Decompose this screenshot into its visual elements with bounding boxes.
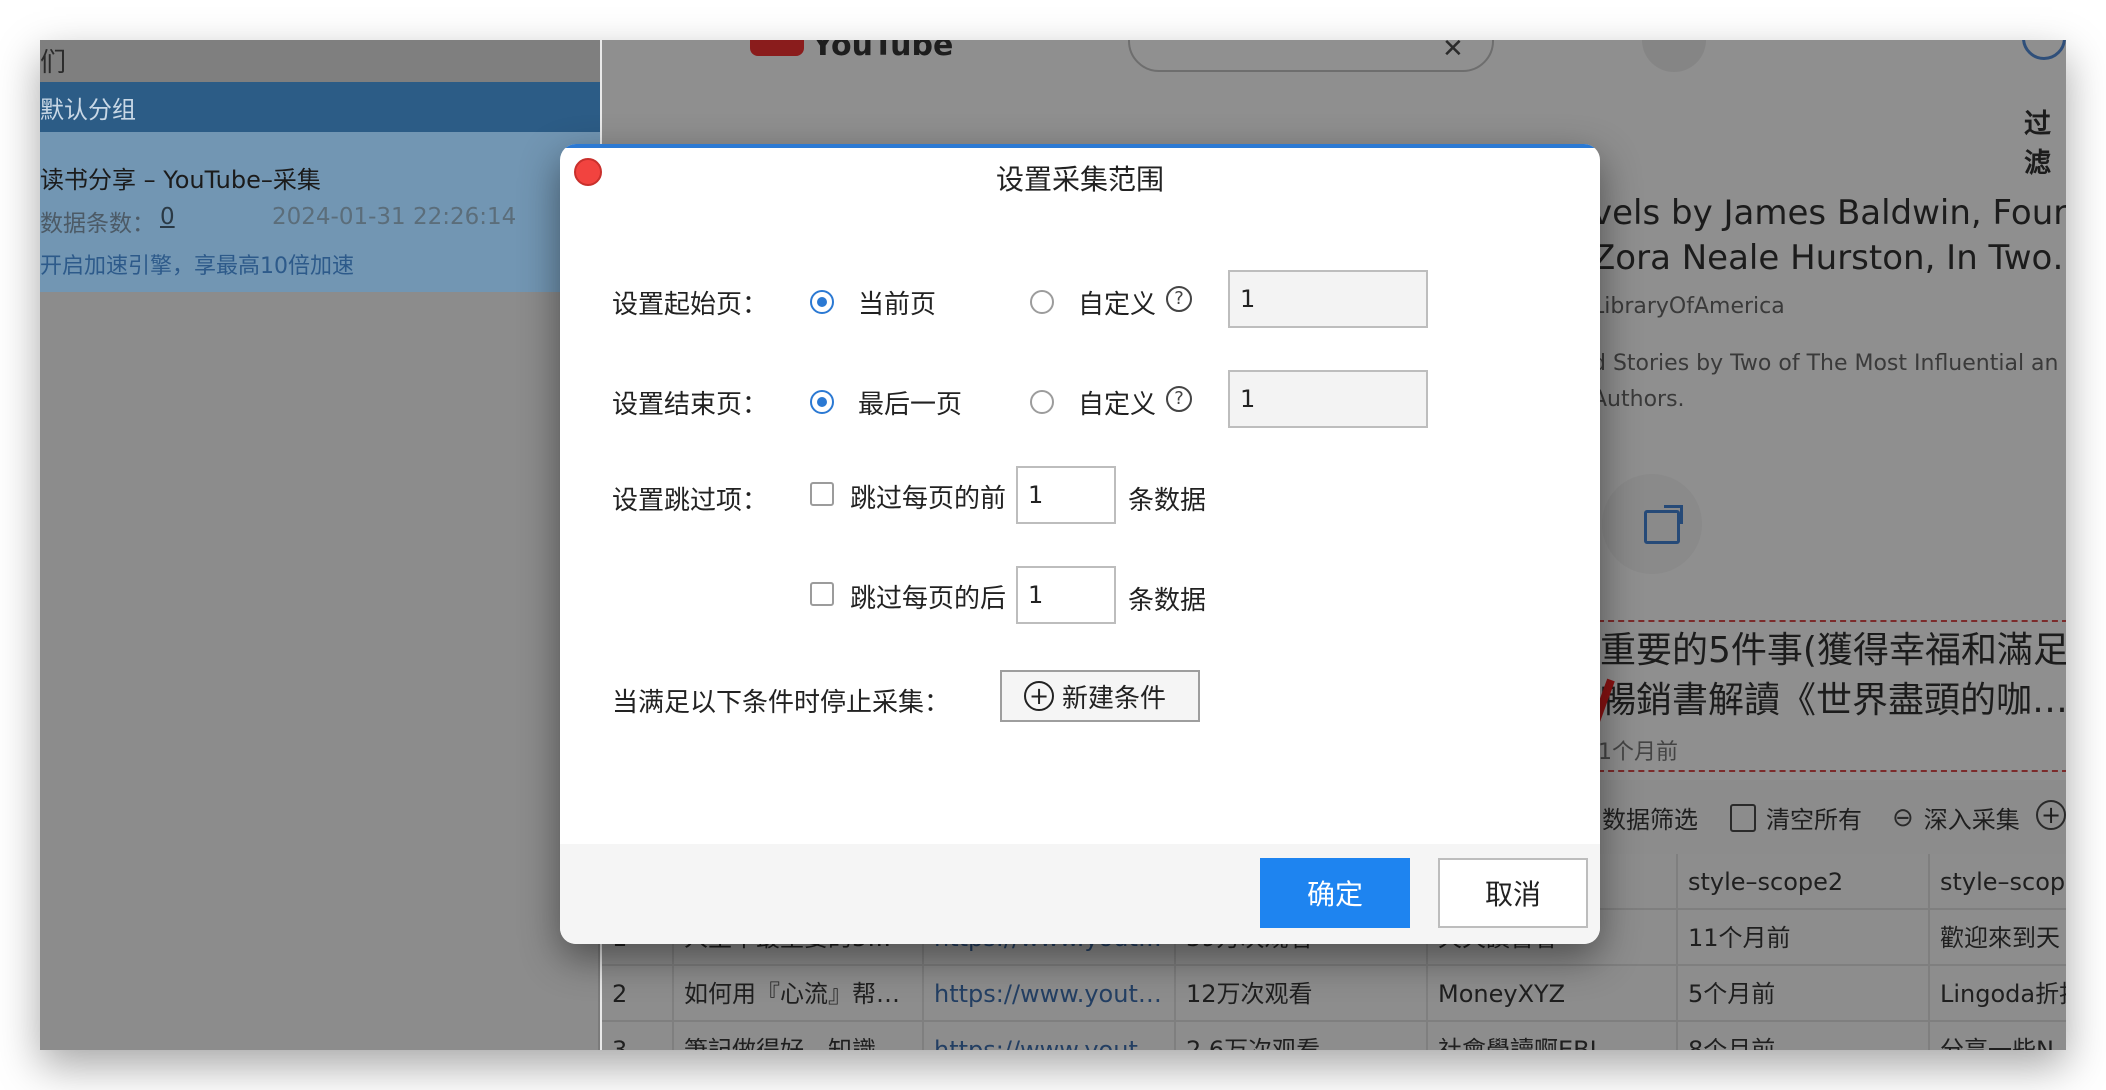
end-page-last-label[interactable]: 最后一页 <box>858 384 962 421</box>
help-icon[interactable]: ? <box>1166 386 1192 412</box>
selected-video-meta: 1个月前 <box>1598 740 1678 765</box>
avatar[interactable] <box>2022 40 2066 60</box>
left-top-char: 们 <box>40 48 67 78</box>
group-header[interactable]: 默认分组 <box>40 82 600 132</box>
table-cell: 如何用『心流』帮… <box>674 966 924 1022</box>
end-page-label: 设置结束页： <box>612 390 769 420</box>
plus-circle-icon: + <box>2036 800 2066 830</box>
accel-link[interactable]: 开启加速引擎，享最高10倍加速 <box>40 248 354 280</box>
cancel-button[interactable]: 取消 <box>1438 858 1588 928</box>
start-page-current-radio[interactable] <box>810 290 834 314</box>
start-page-current-label[interactable]: 当前页 <box>858 284 936 321</box>
skip-last-suffix: 条数据 <box>1128 586 1207 616</box>
video-title-line2[interactable]: Zora Neale Hurston, In Two… <box>1592 238 2066 278</box>
new-condition-button[interactable]: + 新建条件 <box>1000 670 1200 722</box>
video-title-line1[interactable]: vels by James Baldwin, Four <box>1592 188 2066 238</box>
task-title: 读书分享 – YouTube–采集 <box>40 166 321 194</box>
left-sidebar: 们 默认分组 读书分享 – YouTube–采集 数据条数： 0 2024-01… <box>40 40 600 1050</box>
search-clear-icon[interactable]: ✕ <box>1442 40 1464 64</box>
video-channel[interactable]: LibraryOfAmerica <box>1592 294 1785 319</box>
table-row[interactable]: 3 筆記做得好，知識… https://www.yout… 2.6万次观看 社會… <box>602 1022 2066 1050</box>
mic-button[interactable] <box>1642 40 1706 72</box>
skip-label: 设置跳过项： <box>612 486 769 516</box>
table-cell: 歡迎來到天 <box>1940 924 2060 952</box>
selected-title-line2: 暢銷書解讀《世界盡頭的咖… <box>1600 680 2066 721</box>
table-cell: 3 <box>602 1022 674 1050</box>
left-top-strip: 们 <box>40 40 600 82</box>
app-window: 们 默认分组 读书分享 – YouTube–采集 数据条数： 0 2024-01… <box>40 40 2066 1050</box>
table-cell: MoneyXYZ <box>1428 966 1678 1022</box>
table-cell: 5个月前 <box>1678 966 1930 1022</box>
skip-first-checkbox[interactable] <box>810 482 834 506</box>
help-icon[interactable]: ? <box>1166 286 1192 312</box>
skip-last-checkbox[interactable] <box>810 582 834 606</box>
toolbar-clear-button[interactable]: 清空所有 <box>1730 800 1862 835</box>
confirm-button[interactable]: 确定 <box>1260 858 1410 928</box>
start-page-custom-radio[interactable] <box>1030 290 1054 314</box>
stop-condition-label: 当满足以下条件时停止采集： <box>612 688 951 718</box>
table-cell-link[interactable]: https://www.yout… <box>924 1022 1176 1050</box>
start-page-input[interactable] <box>1228 270 1428 328</box>
youtube-search-box[interactable] <box>1128 40 1494 72</box>
end-page-last-radio[interactable] <box>810 390 834 414</box>
toolbar-filter-label: 数据筛选 <box>1602 806 1698 834</box>
collection-range-dialog: 设置采集范围 设置起始页： 当前页 自定义 ? 设置结束页： 最后一页 自定义 … <box>560 144 1600 944</box>
video-description: d Stories by Two of The Most Influential… <box>1592 351 2059 412</box>
toolbar-deep-collect-button[interactable]: ⊖ 深入采集 <box>1892 800 2020 835</box>
skip-first-suffix: 条数据 <box>1128 486 1207 516</box>
external-link-icon <box>1644 505 1683 544</box>
table-cell: 社會學讀啊EBI <box>1428 1022 1678 1050</box>
table-cell: 分享一些N <box>1940 1036 2054 1050</box>
table-cell: 11个月前 <box>1678 910 1930 966</box>
end-page-custom-radio[interactable] <box>1030 390 1054 414</box>
table-header-cell: style–scop <box>1940 868 2066 896</box>
dialog-footer: 确定 取消 <box>560 844 1600 944</box>
task-card[interactable]: 读书分享 – YouTube–采集 数据条数： 0 2024-01-31 22:… <box>40 132 600 292</box>
toolbar-add-button[interactable]: + <box>2036 800 2066 830</box>
skip-first-label[interactable]: 跳过每页的前 <box>850 478 1006 515</box>
end-page-input[interactable] <box>1228 370 1428 428</box>
start-page-label: 设置起始页： <box>612 290 769 320</box>
trash-icon <box>1730 803 1756 832</box>
skip-last-label[interactable]: 跳过每页的后 <box>850 578 1006 615</box>
youtube-logo-icon[interactable] <box>750 40 804 56</box>
youtube-topbar: YouTube ✕ <box>602 40 2066 110</box>
table-cell: Lingoda折扣 <box>1940 980 2066 1008</box>
table-row[interactable]: 2 如何用『心流』帮… https://www.yout… 12万次观看 Mon… <box>602 966 2066 1022</box>
table-cell: 2.6万次观看 <box>1176 1022 1428 1050</box>
plus-circle-icon: + <box>1024 681 1054 711</box>
table-header-cell: style–scope2 <box>1678 854 1930 910</box>
table-cell-link[interactable]: https://www.yout… <box>924 966 1176 1022</box>
task-timestamp: 2024-01-31 22:26:14 <box>272 204 517 230</box>
group-title: 默认分组 <box>40 95 136 124</box>
dialog-accent-bar <box>560 144 1600 148</box>
toolbar-clear-label: 清空所有 <box>1766 806 1862 834</box>
toolbar-deep-collect-label: 深入采集 <box>1923 806 2020 834</box>
table-cell: 2 <box>602 966 674 1022</box>
link-icon: ⊖ <box>1892 802 1914 833</box>
skip-first-input[interactable] <box>1016 466 1116 524</box>
task-count-value[interactable]: 0 <box>160 204 175 230</box>
table-cell: 12万次观看 <box>1176 966 1428 1022</box>
new-condition-label: 新建条件 <box>1062 683 1167 714</box>
filter-label[interactable]: 过滤 <box>2024 102 2066 180</box>
toolbar-filter-button[interactable]: 数据筛选 <box>1602 800 1698 835</box>
skip-last-input[interactable] <box>1016 566 1116 624</box>
start-page-custom-label[interactable]: 自定义 <box>1078 284 1156 321</box>
selected-title-line1: 重要的5件事(獲得幸福和滿足 <box>1600 630 2066 671</box>
end-page-custom-label[interactable]: 自定义 <box>1078 384 1156 421</box>
youtube-logo-text[interactable]: YouTube <box>812 40 953 63</box>
dialog-title: 设置采集范围 <box>995 163 1164 196</box>
table-cell: 筆記做得好，知識… <box>674 1022 924 1050</box>
task-count-label: 数据条数： <box>40 211 155 237</box>
table-cell: 8个月前 <box>1678 1022 1930 1050</box>
